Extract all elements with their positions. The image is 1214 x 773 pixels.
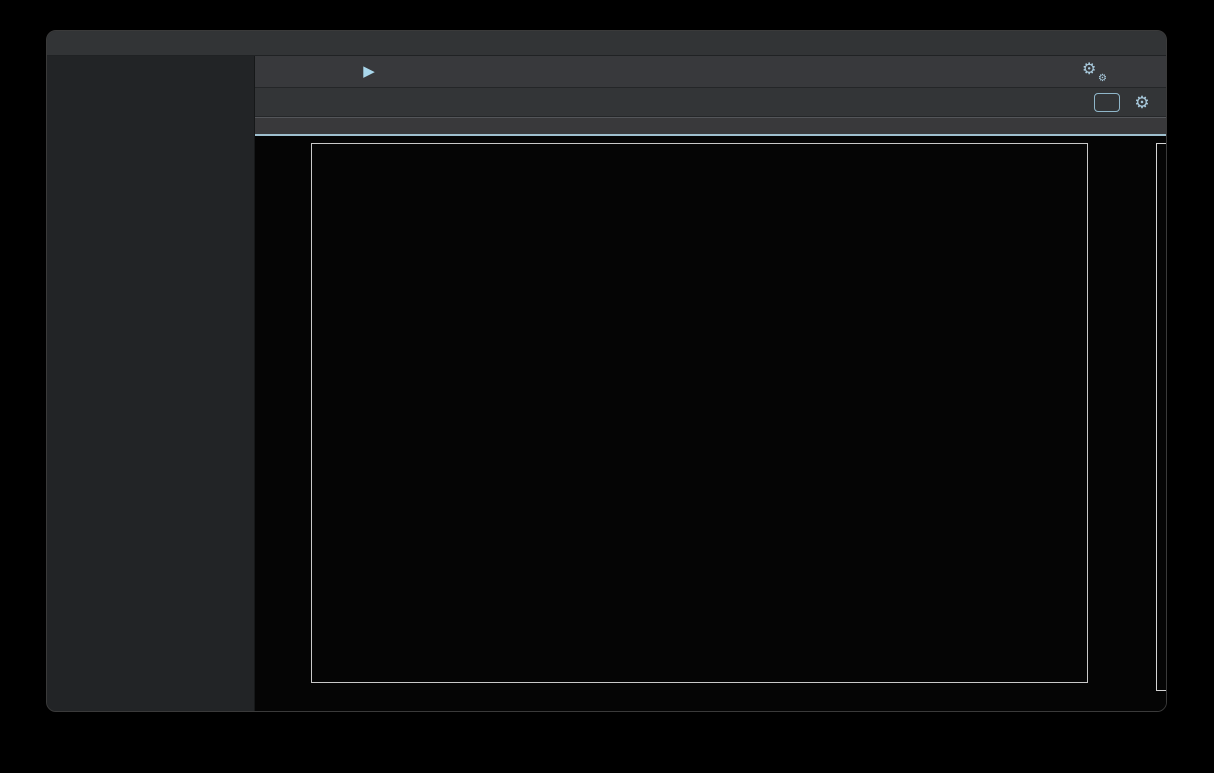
spectrogram-canvas[interactable] [312, 144, 1087, 682]
titlebar[interactable] [47, 31, 1166, 56]
app-window: ▶ ⚙ ⚙ ⚙ [46, 30, 1167, 712]
zoom-button[interactable] [100, 38, 112, 50]
minimize-button[interactable] [80, 38, 92, 50]
spectrogram-plot[interactable] [311, 143, 1088, 683]
play-button[interactable]: ▶ [357, 60, 381, 84]
chart-icon[interactable] [1094, 93, 1120, 112]
cursor-readout-bar [255, 117, 1166, 136]
info-icon[interactable] [1128, 60, 1152, 84]
close-button[interactable] [60, 38, 72, 50]
window-title [255, 31, 1166, 56]
settings-gears-icon[interactable]: ⚙ ⚙ [1082, 62, 1106, 82]
sidebar [47, 56, 255, 712]
gear-icon[interactable]: ⚙ [1130, 90, 1154, 114]
colorbar [1156, 143, 1166, 691]
microphone-icon[interactable] [309, 60, 333, 84]
plot-region [255, 136, 1166, 712]
tool-header: ⚙ [255, 88, 1166, 117]
sidebar-toggle-icon[interactable] [273, 60, 297, 84]
main-toolbar: ▶ ⚙ ⚙ [255, 56, 1166, 88]
share-icon[interactable] [1036, 60, 1060, 84]
waveform-icon[interactable] [271, 90, 295, 114]
traffic-lights [60, 38, 112, 50]
